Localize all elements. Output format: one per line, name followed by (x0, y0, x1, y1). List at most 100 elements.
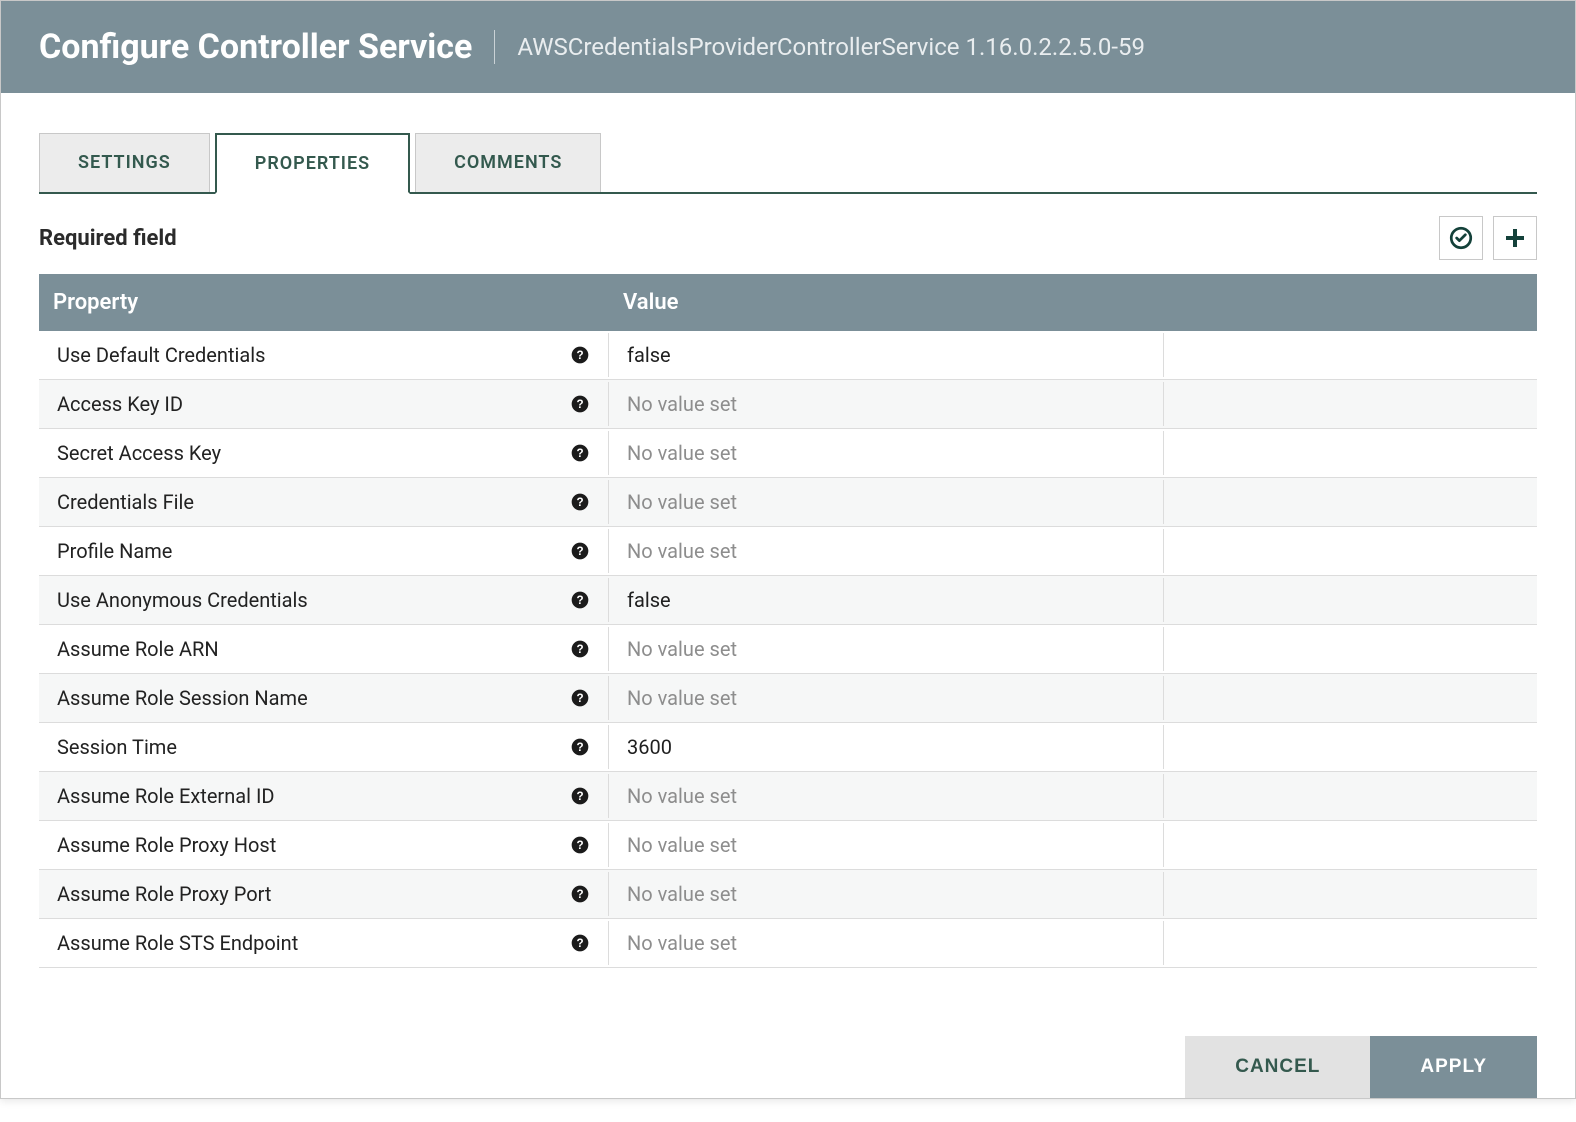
svg-text:?: ? (576, 496, 583, 509)
property-value-label: false (627, 588, 671, 612)
tab-properties[interactable]: PROPERTIES (215, 133, 410, 194)
table-row: Credentials File? No value set (39, 478, 1537, 527)
property-name-cell: Assume Role ARN? (39, 627, 609, 671)
property-value-cell[interactable]: 3600 (609, 725, 1164, 769)
cancel-button[interactable]: CANCEL (1185, 1036, 1370, 1098)
dialog-subtitle: AWSCredentialsProviderControllerService … (517, 33, 1145, 61)
svg-text:?: ? (576, 692, 583, 705)
svg-text:?: ? (576, 643, 583, 656)
property-value-cell[interactable]: No value set (609, 431, 1164, 475)
property-value-label: No value set (627, 539, 737, 563)
svg-text:?: ? (576, 741, 583, 754)
property-value-label: No value set (627, 637, 737, 661)
property-name-cell: Access Key ID? (39, 382, 609, 426)
property-value-cell[interactable]: false (609, 333, 1164, 377)
property-name-label: Secret Access Key (57, 441, 221, 465)
property-value-label: No value set (627, 833, 737, 857)
help-icon[interactable]: ? (570, 737, 590, 757)
dialog-footer: CANCEL APPLY (39, 1036, 1537, 1098)
property-name-cell: Assume Role STS Endpoint? (39, 921, 609, 965)
property-value-cell[interactable]: No value set (609, 627, 1164, 671)
help-icon[interactable]: ? (570, 394, 590, 414)
svg-text:?: ? (576, 937, 583, 950)
property-name-cell: Use Anonymous Credentials? (39, 578, 609, 622)
help-icon[interactable]: ? (570, 933, 590, 953)
svg-text:?: ? (576, 594, 583, 607)
plus-icon (1503, 226, 1527, 250)
property-value-label: No value set (627, 686, 737, 710)
help-icon[interactable]: ? (570, 786, 590, 806)
header-divider (494, 30, 495, 64)
help-icon[interactable]: ? (570, 688, 590, 708)
property-name-label: Credentials File (57, 490, 194, 514)
property-value-label: No value set (627, 784, 737, 808)
property-value-label: No value set (627, 392, 737, 416)
column-header-value: Value (609, 274, 1164, 331)
table-row: Use Anonymous Credentials? false (39, 576, 1537, 625)
property-name-label: Assume Role STS Endpoint (57, 931, 298, 955)
property-value-label: No value set (627, 490, 737, 514)
configure-controller-service-dialog: Configure Controller Service AWSCredenti… (0, 0, 1576, 1099)
section-header: Required field (39, 216, 1537, 260)
table-row: Profile Name? No value set (39, 527, 1537, 576)
property-value-cell[interactable]: No value set (609, 480, 1164, 524)
table-row: Assume Role Proxy Port?No value set (39, 870, 1537, 919)
svg-text:?: ? (576, 545, 583, 558)
svg-text:?: ? (576, 398, 583, 411)
property-name-label: Assume Role ARN (57, 637, 219, 661)
property-name-label: Assume Role Session Name (57, 686, 308, 710)
help-icon[interactable]: ? (570, 590, 590, 610)
table-row: Session Time? 3600 (39, 723, 1537, 772)
property-value-label: No value set (627, 441, 737, 465)
help-icon[interactable]: ? (570, 884, 590, 904)
property-value-cell[interactable]: No value set (609, 872, 1164, 916)
property-name-label: Use Anonymous Credentials (57, 588, 308, 612)
help-icon[interactable]: ? (570, 443, 590, 463)
table-row: Assume Role STS Endpoint?No value set (39, 919, 1537, 968)
help-icon[interactable]: ? (570, 541, 590, 561)
property-name-cell: Secret Access Key? (39, 431, 609, 475)
property-name-label: Assume Role External ID (57, 784, 275, 808)
help-icon[interactable]: ? (570, 639, 590, 659)
property-name-label: Session Time (57, 735, 177, 759)
table-row: Assume Role ARN? No value set (39, 625, 1537, 674)
property-name-cell: Assume Role Session Name? (39, 676, 609, 720)
property-name-label: Use Default Credentials (57, 343, 265, 367)
help-icon[interactable]: ? (570, 835, 590, 855)
check-circle-icon (1448, 225, 1474, 251)
property-value-cell[interactable]: No value set (609, 676, 1164, 720)
table-row: Access Key ID? No value set (39, 380, 1537, 429)
tab-comments[interactable]: COMMENTS (415, 133, 601, 192)
dialog-header: Configure Controller Service AWSCredenti… (1, 1, 1575, 93)
column-header-property: Property (39, 274, 609, 331)
column-header-extra (1164, 274, 1537, 331)
property-name-cell: Credentials File? (39, 480, 609, 524)
table-row: Use Default Credentials? false (39, 331, 1537, 380)
property-value-cell[interactable]: No value set (609, 774, 1164, 818)
property-value-cell[interactable]: No value set (609, 921, 1164, 965)
property-value-label: No value set (627, 882, 737, 906)
property-value-cell[interactable]: false (609, 578, 1164, 622)
help-icon[interactable]: ? (570, 345, 590, 365)
table-row: Assume Role Proxy Host? No value set (39, 821, 1537, 870)
tab-bar: SETTINGS PROPERTIES COMMENTS (39, 133, 1537, 194)
property-value-cell[interactable]: No value set (609, 382, 1164, 426)
table-row: Secret Access Key? No value set (39, 429, 1537, 478)
property-name-cell: Assume Role Proxy Host? (39, 823, 609, 867)
dialog-title: Configure Controller Service (39, 27, 472, 67)
property-value-label: 3600 (627, 735, 672, 759)
property-value-label: false (627, 343, 671, 367)
property-name-cell: Profile Name? (39, 529, 609, 573)
property-value-cell[interactable]: No value set (609, 823, 1164, 867)
property-name-label: Access Key ID (57, 392, 183, 416)
property-value-cell[interactable]: No value set (609, 529, 1164, 573)
property-name-cell: Session Time? (39, 725, 609, 769)
verify-properties-button[interactable] (1439, 216, 1483, 260)
property-name-cell: Assume Role External ID? (39, 774, 609, 818)
svg-text:?: ? (576, 790, 583, 803)
tab-settings[interactable]: SETTINGS (39, 133, 210, 192)
table-row: Assume Role External ID? No value set (39, 772, 1537, 821)
add-property-button[interactable] (1493, 216, 1537, 260)
help-icon[interactable]: ? (570, 492, 590, 512)
apply-button[interactable]: APPLY (1370, 1036, 1537, 1098)
